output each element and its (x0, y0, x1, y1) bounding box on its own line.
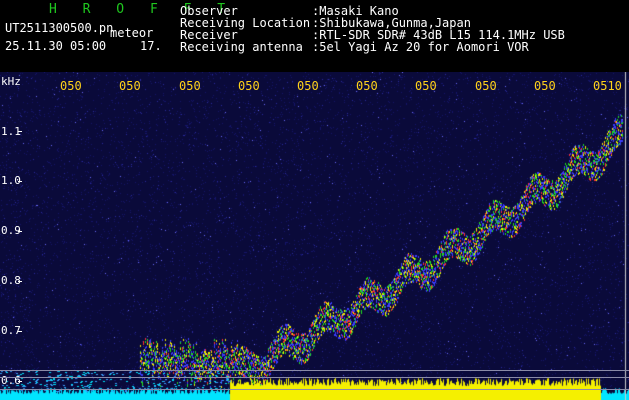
y-tick-mark (18, 131, 22, 132)
reference-line (0, 377, 629, 378)
x-tick-label: 050 (415, 79, 437, 93)
x-tick-label: 050 (179, 79, 201, 93)
reference-line (0, 370, 629, 371)
x-tick-label: 0510 (593, 79, 622, 93)
y-tick-mark (18, 181, 22, 182)
y-tick-mark (18, 281, 22, 282)
x-tick-label: 050 (534, 79, 556, 93)
x-tick-label: 050 (297, 79, 319, 93)
x-tick-label: 050 (60, 79, 82, 93)
x-tick-label: 050 (475, 79, 497, 93)
y-tick-mark (18, 231, 22, 232)
y-tick-mark (18, 381, 22, 382)
file-name: UT2511300500.pn (5, 21, 114, 35)
x-tick-label: 050 (119, 79, 141, 93)
x-tick-label: 050 (238, 79, 260, 93)
meteor-label: meteor (110, 26, 154, 40)
antenna-value: :5el Yagi Az 20 for Aomori VOR (312, 40, 529, 54)
spectrogram-plot (0, 72, 629, 400)
y-axis-unit: kHz (1, 75, 21, 88)
date-time: 25.11.30 05:00 (5, 39, 107, 53)
reference-line (0, 389, 629, 390)
header-panel: H R O F F T UT2511300500.pn meteor 25.11… (0, 0, 629, 72)
y-tick-mark (18, 331, 22, 332)
x-tick-label: 050 (356, 79, 378, 93)
antenna-label: Receiving antenna (180, 40, 303, 54)
meteor-count: 17. (140, 39, 162, 53)
